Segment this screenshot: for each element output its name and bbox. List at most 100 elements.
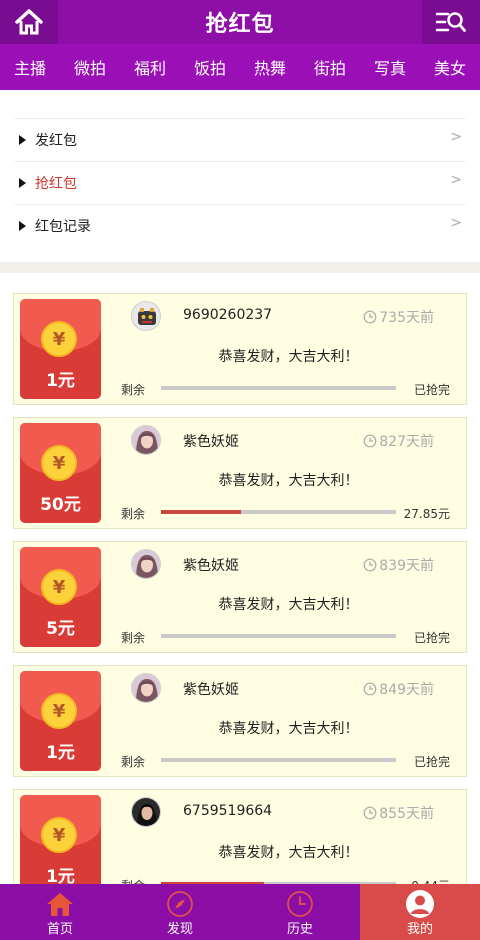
menu-item-label: 抢红包 (35, 176, 77, 192)
avatar (131, 549, 161, 579)
category-tab[interactable]: 写真 (360, 55, 420, 79)
section-divider (0, 262, 480, 273)
bottom-tab-bar: 首页 发现 历史 我的 (0, 884, 480, 940)
time-text: 849天前 (379, 682, 434, 698)
robot-avatar-icon (132, 302, 160, 330)
girl-avatar-icon (132, 674, 160, 702)
category-tab[interactable]: 饭拍 (180, 55, 240, 79)
menu-item-redpacket-records[interactable]: 红包记录 > (14, 204, 466, 247)
page-title: 抢红包 (205, 12, 275, 37)
category-nav: 主播 微拍 福利 饭拍 热舞 街拍 写真 美女 (0, 44, 480, 90)
clock-icon (363, 806, 377, 820)
clock-icon (287, 891, 313, 917)
clock-icon (363, 434, 377, 448)
redpacket-card[interactable]: ¥ 5元 紫色妖姬 839天前 恭喜发财，大吉大利！ 剩余 已抢完 (13, 541, 467, 653)
sender-name: 6759519664 (183, 803, 273, 819)
user-icon (406, 890, 434, 918)
yuan-coin-icon: ¥ (41, 445, 77, 481)
triangle-right-icon (19, 135, 26, 145)
redpacket-envelope[interactable]: ¥ 1元 (20, 795, 101, 895)
time-text: 839天前 (379, 558, 434, 574)
remain-label: 剩余 (121, 383, 146, 397)
category-tab[interactable]: 热舞 (240, 55, 300, 79)
category-tab[interactable]: 美女 (420, 55, 480, 79)
triangle-right-icon (19, 221, 26, 231)
chevron-right-icon: > (450, 129, 462, 145)
top-header: 抢红包 (0, 0, 480, 44)
home-icon (47, 893, 73, 916)
redpacket-envelope[interactable]: ¥ 1元 (20, 671, 101, 771)
chevron-right-icon: > (450, 172, 462, 188)
list-search-icon (435, 12, 466, 32)
yuan-coin-icon: ¥ (41, 693, 77, 729)
list-search-button[interactable] (422, 0, 480, 44)
redpacket-envelope[interactable]: ¥ 50元 (20, 423, 101, 523)
redpacket-envelope[interactable]: ¥ 5元 (20, 547, 101, 647)
greeting-message: 恭喜发财，大吉大利！ (218, 721, 359, 737)
girl-avatar-icon (132, 550, 160, 578)
avatar (131, 301, 161, 331)
redpacket-status: 已抢完 (413, 755, 450, 769)
sent-time: 735天前 (363, 307, 434, 327)
remain-progress-bar (161, 758, 396, 762)
sent-time: 849天前 (363, 679, 434, 699)
yuan-coin-icon: ¥ (41, 321, 77, 357)
redpacket-amount: 5元 (46, 619, 75, 639)
remain-label: 剩余 (121, 755, 146, 769)
time-text: 855天前 (379, 806, 434, 822)
remain-progress-bar (161, 634, 396, 638)
category-tab[interactable]: 微拍 (60, 55, 120, 79)
redpacket-card[interactable]: ¥ 1元 9690260237 735天前 恭喜发财，大吉大利！ 剩余 已抢完 (13, 293, 467, 405)
tab-home[interactable]: 首页 (0, 884, 120, 940)
tab-label: 我的 (406, 922, 433, 937)
menu-item-label: 红包记录 (35, 219, 91, 235)
dark-avatar-icon (132, 798, 160, 826)
tab-label: 历史 (286, 922, 313, 937)
greeting-message: 恭喜发财，大吉大利！ (218, 597, 359, 613)
redpacket-amount: 1元 (46, 371, 75, 391)
redpacket-card[interactable]: ¥ 50元 紫色妖姬 827天前 恭喜发财，大吉大利！ 剩余 27.85元 (13, 417, 467, 529)
clock-icon (363, 310, 377, 324)
tab-discover[interactable]: 发现 (120, 884, 240, 940)
menu-item-send-redpacket[interactable]: 发红包 > (14, 118, 466, 161)
tab-history[interactable]: 历史 (240, 884, 360, 940)
category-tab[interactable]: 福利 (120, 55, 180, 79)
redpacket-status: 已抢完 (413, 631, 450, 645)
redpacket-envelope[interactable]: ¥ 1元 (20, 299, 101, 399)
progress-fill (161, 510, 241, 514)
greeting-message: 恭喜发财，大吉大利！ (218, 845, 359, 861)
sent-time: 855天前 (363, 803, 434, 823)
tab-mine[interactable]: 我的 (360, 884, 480, 940)
remain-label: 剩余 (121, 507, 146, 521)
sender-name: 紫色妖姬 (183, 682, 239, 698)
sent-time: 839天前 (363, 555, 434, 575)
menu-item-label: 发红包 (35, 133, 77, 149)
chevron-right-icon: > (450, 215, 462, 231)
menu-item-grab-redpacket[interactable]: 抢红包 > (14, 161, 466, 204)
time-text: 735天前 (379, 310, 434, 326)
avatar (131, 425, 161, 455)
redpacket-menu: 发红包 > 抢红包 > 红包记录 > (14, 118, 466, 247)
category-tab[interactable]: 主播 (0, 55, 60, 79)
redpacket-list: ¥ 1元 9690260237 735天前 恭喜发财，大吉大利！ 剩余 已抢完 (13, 293, 467, 913)
yuan-coin-icon: ¥ (41, 817, 77, 853)
clock-icon (363, 682, 377, 696)
sender-name: 9690260237 (183, 307, 273, 323)
redpacket-card[interactable]: ¥ 1元 紫色妖姬 849天前 恭喜发财，大吉大利！ 剩余 已抢完 (13, 665, 467, 777)
remain-label: 剩余 (121, 631, 146, 645)
sent-time: 827天前 (363, 431, 434, 451)
category-tab[interactable]: 街拍 (300, 55, 360, 79)
sender-name: 紫色妖姬 (183, 434, 239, 450)
girl-avatar-icon (132, 426, 160, 454)
greeting-message: 恭喜发财，大吉大利！ (218, 349, 359, 365)
compass-icon (167, 891, 193, 917)
avatar (131, 673, 161, 703)
tab-label: 发现 (166, 922, 193, 937)
avatar (131, 797, 161, 827)
redpacket-status: 27.85元 (403, 507, 450, 521)
clock-icon (363, 558, 377, 572)
home-button[interactable] (0, 0, 58, 44)
sender-name: 紫色妖姬 (183, 558, 239, 574)
redpacket-status: 已抢完 (413, 383, 450, 397)
yuan-coin-icon: ¥ (41, 569, 77, 605)
